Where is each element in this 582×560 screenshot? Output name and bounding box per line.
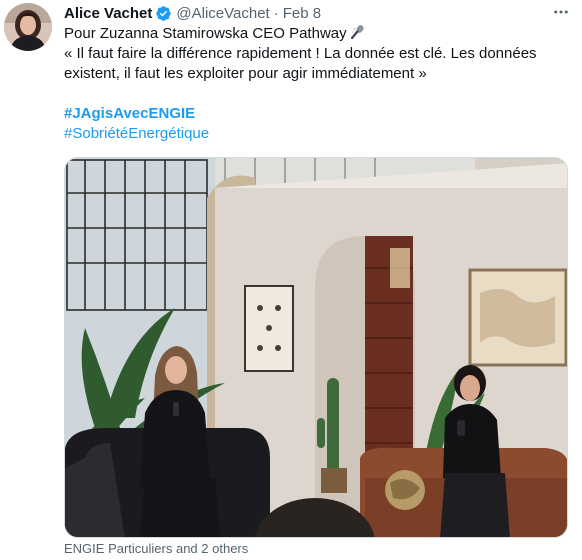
hashtag-link[interactable]: #SobriétéEnergétique bbox=[64, 124, 209, 144]
tweet-line-1: Pour Zuzanna Stamirowska CEO Pathway bbox=[64, 24, 572, 44]
microphone-icon bbox=[350, 24, 366, 40]
author-handle[interactable]: @AliceVachet bbox=[176, 5, 269, 22]
tweet-text: Pour Zuzanna Stamirowska CEO Pathway « I… bbox=[64, 24, 572, 84]
tagged-users-link[interactable]: ENGIE Particuliers and 2 others bbox=[64, 541, 248, 557]
tweet-line-1-text: Pour Zuzanna Stamirowska CEO Pathway bbox=[64, 25, 347, 42]
tweet-header: Alice Vachet @AliceVachet · Feb 8 bbox=[64, 3, 572, 23]
hashtag-link[interactable]: #JAgisAvecENGIE bbox=[64, 104, 209, 124]
tweet[interactable]: Alice Vachet @AliceVachet · Feb 8 Pour Z… bbox=[0, 0, 582, 560]
avatar[interactable] bbox=[4, 3, 52, 51]
hashtag-list: #JAgisAvecENGIE #SobriétéEnergétique bbox=[64, 104, 209, 144]
tweet-date[interactable]: Feb 8 bbox=[283, 5, 321, 22]
tweet-line-3: existent, il faut les exploiter pour agi… bbox=[64, 65, 427, 82]
verified-badge-icon bbox=[155, 5, 172, 22]
header-separator: · bbox=[273, 4, 279, 22]
author-display-name[interactable]: Alice Vachet bbox=[64, 5, 152, 22]
more-dots-icon[interactable] bbox=[550, 1, 572, 23]
tweet-line-2: « Il faut faire la différence rapidement… bbox=[64, 45, 537, 62]
tweet-photo[interactable] bbox=[64, 157, 568, 538]
